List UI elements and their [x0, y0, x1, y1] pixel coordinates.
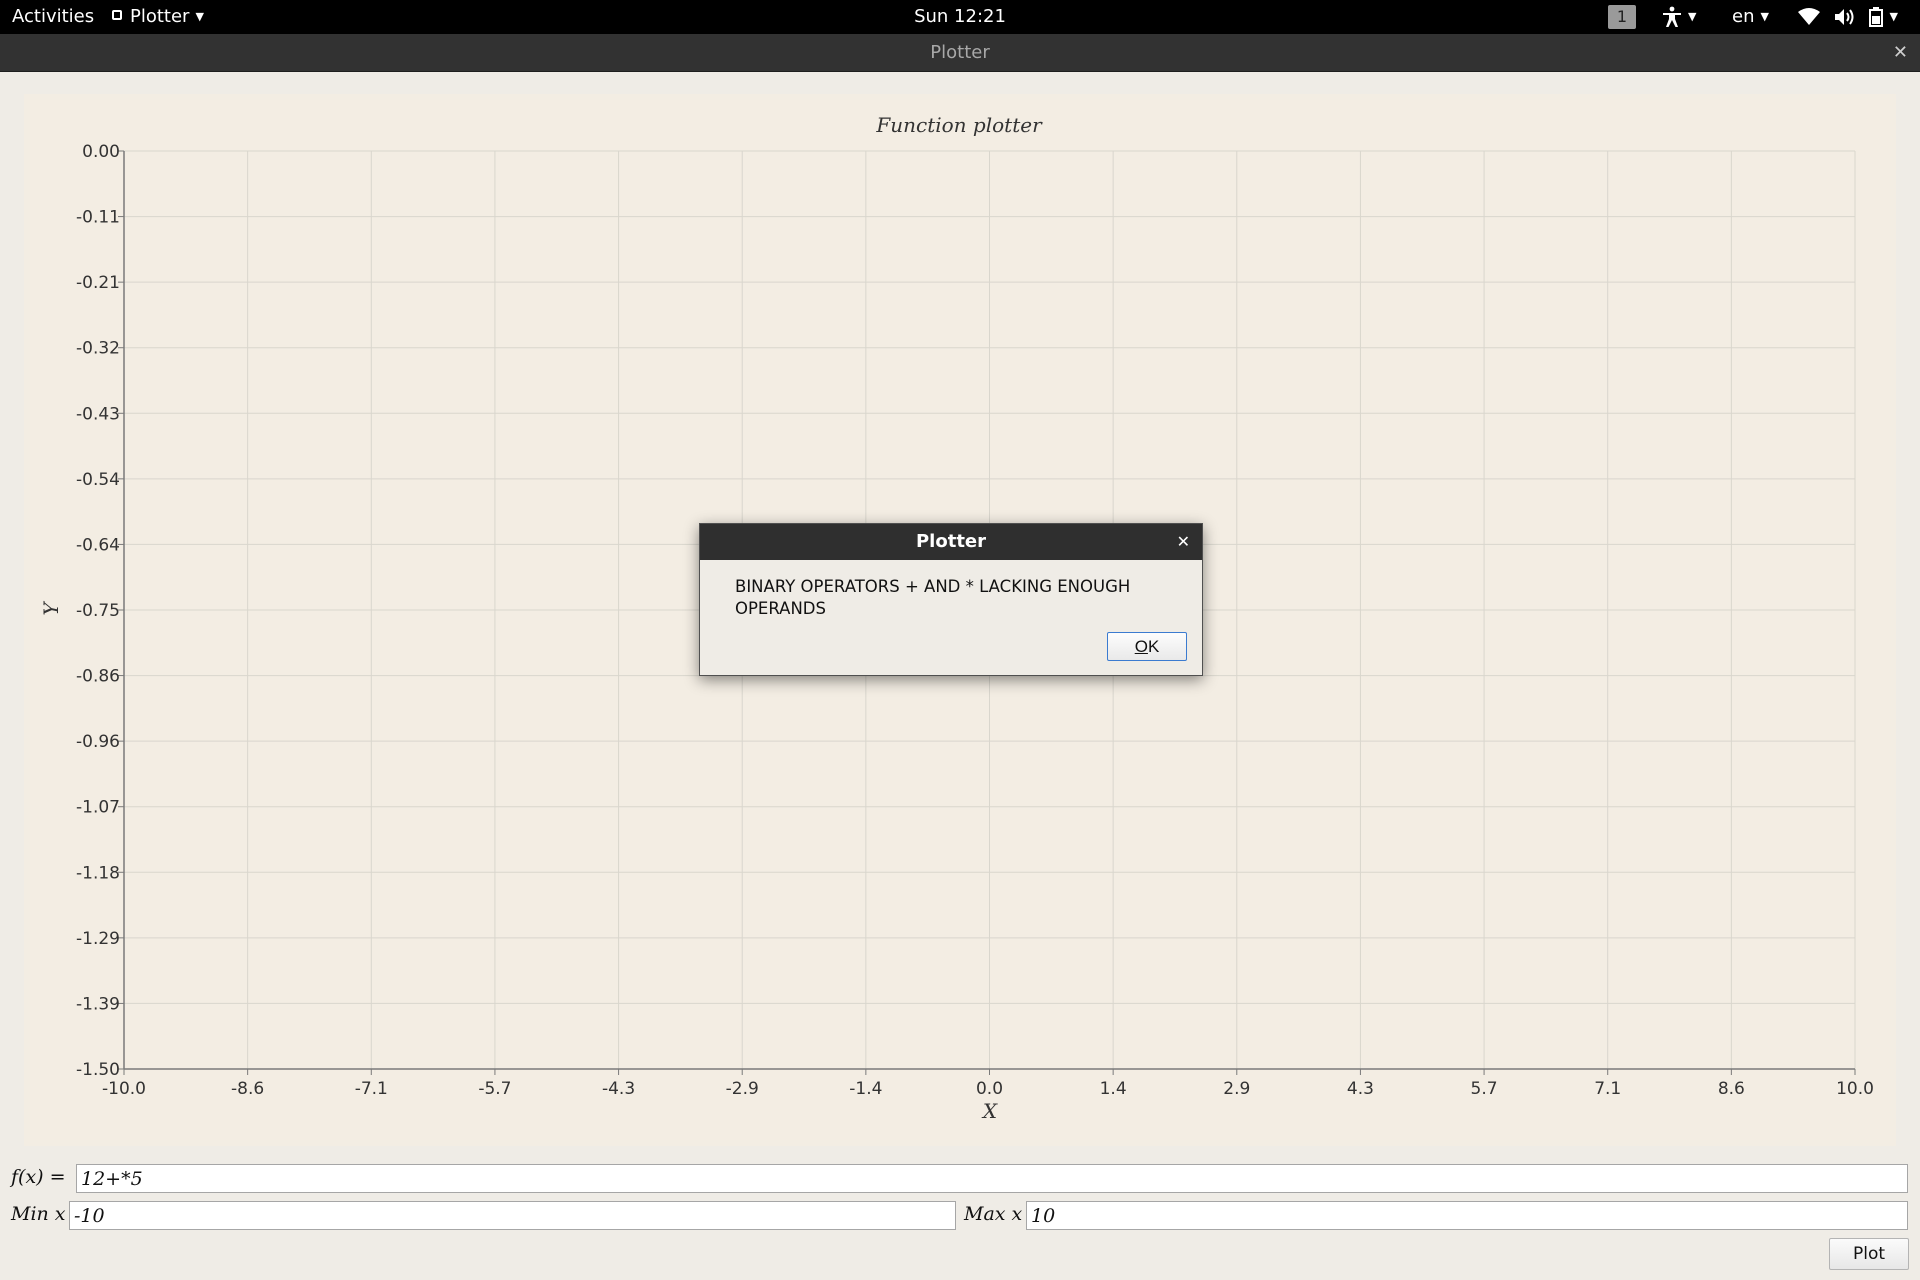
- x-tick-label: 1.4: [1100, 1079, 1127, 1099]
- app-menu[interactable]: Plotter ▼: [112, 0, 204, 34]
- x-tick-label: 4.3: [1347, 1079, 1374, 1099]
- language-label: en: [1732, 6, 1755, 27]
- y-tick-label: -1.50: [76, 1060, 120, 1080]
- dialog-close-icon[interactable]: ✕: [1177, 524, 1190, 560]
- x-tick-label: -2.9: [726, 1079, 759, 1099]
- x-tick-label: -8.6: [231, 1079, 264, 1099]
- y-tick-label: -0.11: [76, 208, 120, 228]
- system-menu[interactable]: ▼: [1798, 0, 1898, 34]
- x-tick-label: -7.1: [355, 1079, 388, 1099]
- window-titlebar: Plotter ✕: [0, 34, 1920, 72]
- y-tick-label: -0.54: [76, 470, 120, 490]
- min-x-label: Min x: [11, 1203, 66, 1225]
- y-tick-label: -1.18: [76, 863, 120, 883]
- app-window-icon: [112, 10, 122, 20]
- y-axis-label: Y: [39, 601, 63, 616]
- x-tick-label: 5.7: [1471, 1079, 1498, 1099]
- y-tick-label: -0.32: [76, 339, 120, 359]
- top-bar: Activities Plotter ▼ Sun 12:21 1 ▼ en ▼ ▼: [0, 0, 1920, 34]
- min-x-input[interactable]: [69, 1201, 956, 1230]
- y-tick-label: -0.86: [76, 667, 120, 687]
- x-tick-label: -1.4: [849, 1079, 882, 1099]
- max-x-input[interactable]: [1026, 1201, 1908, 1230]
- dialog-title: Plotter: [915, 531, 987, 552]
- y-tick-label: -0.64: [76, 535, 120, 555]
- clock[interactable]: Sun 12:21: [914, 6, 1006, 27]
- x-tick-label: -4.3: [602, 1079, 635, 1099]
- x-tick-label: 2.9: [1223, 1079, 1250, 1099]
- activities-button[interactable]: Activities: [12, 0, 94, 34]
- x-tick-label: 7.1: [1594, 1079, 1621, 1099]
- y-tick-label: -1.39: [76, 994, 120, 1014]
- language-menu[interactable]: en ▼: [1732, 0, 1769, 34]
- accessibility-icon: [1663, 6, 1681, 27]
- ok-button-rest: K: [1147, 636, 1160, 656]
- y-tick-label: -1.07: [76, 798, 120, 818]
- y-tick-label: -0.43: [76, 404, 120, 424]
- max-x-label: Max x: [964, 1203, 1023, 1225]
- x-tick-label: 8.6: [1718, 1079, 1745, 1099]
- chevron-down-icon: ▼: [1889, 10, 1898, 23]
- y-tick-label: -0.75: [76, 601, 120, 621]
- chevron-down-icon: ▼: [1760, 10, 1769, 23]
- x-axis-label: X: [981, 1099, 998, 1123]
- y-tick-label: -0.21: [76, 273, 120, 293]
- battery-icon: [1869, 7, 1884, 27]
- x-tick-label: 0.0: [976, 1079, 1003, 1099]
- app-menu-label: Plotter: [130, 6, 190, 27]
- volume-icon: [1834, 9, 1854, 25]
- window-title: Plotter: [930, 42, 990, 63]
- ok-button[interactable]: OK: [1107, 632, 1187, 661]
- accessibility-menu[interactable]: ▼: [1662, 0, 1696, 34]
- workspace-indicator[interactable]: 1: [1608, 5, 1636, 29]
- chevron-down-icon: ▼: [1688, 10, 1697, 23]
- ok-button-mnemonic: O: [1134, 636, 1148, 656]
- window-close-icon[interactable]: ✕: [1893, 34, 1908, 71]
- x-tick-label: -5.7: [478, 1079, 511, 1099]
- y-tick-label: -0.96: [76, 732, 120, 752]
- dialog-titlebar: Plotter ✕: [700, 524, 1202, 560]
- x-tick-label: -10.0: [102, 1079, 146, 1099]
- fx-input[interactable]: [76, 1164, 1908, 1193]
- chevron-down-icon: ▼: [195, 10, 204, 23]
- wifi-icon: [1798, 8, 1820, 25]
- fx-label: f(x) =: [11, 1166, 66, 1188]
- plot-button[interactable]: Plot: [1829, 1238, 1909, 1270]
- chart-title: Function plotter: [875, 113, 1043, 137]
- dialog-message: BINARY OPERATORS + AND * LACKING ENOUGH …: [735, 577, 1131, 618]
- error-dialog: Plotter ✕ BINARY OPERATORS + AND * LACKI…: [699, 523, 1203, 676]
- x-tick-label: 10.0: [1836, 1079, 1874, 1099]
- y-tick-label: -1.29: [76, 929, 120, 949]
- y-tick-label: 0.00: [82, 142, 120, 162]
